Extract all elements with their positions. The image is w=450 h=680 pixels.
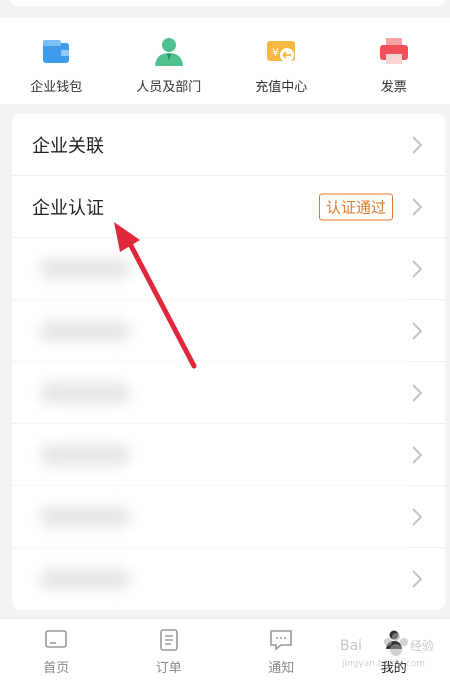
chevron-right-icon (412, 197, 423, 216)
wallet-icon (43, 40, 70, 63)
svg-text:Bai: Bai (340, 638, 362, 654)
list-item-enterprise-link[interactable]: 企业关联 (12, 114, 445, 176)
watermark-logo: Bai 经验 jingyan.baidu.com (340, 633, 434, 669)
svg-text:¥: ¥ (272, 46, 279, 59)
quick-action-recharge[interactable]: ¥ 充值中心 (225, 18, 338, 104)
printer-icon (379, 38, 408, 64)
svg-text:jingyan.baidu.com: jingyan.baidu.com (341, 659, 425, 669)
tab-label: 订单 (155, 661, 182, 676)
list-item-label: 企业认证 (32, 197, 104, 219)
quick-action-label: 人员及部门 (136, 80, 202, 95)
order-icon (159, 629, 178, 651)
home-icon (45, 630, 68, 648)
tab-orders[interactable]: 订单 (113, 619, 226, 680)
quick-action-label: 充值中心 (255, 80, 308, 95)
tab-notifications[interactable]: 通知 (225, 619, 338, 680)
recharge-card-icon: ¥ (267, 41, 296, 62)
message-icon (270, 630, 293, 651)
chevron-right-icon (412, 259, 423, 278)
quick-action-invoice[interactable]: 发票 (338, 18, 450, 104)
quick-actions: 企业钱包 人员及部门 ¥ 充值中心 发票 (0, 18, 450, 104)
svg-text:经验: 经验 (410, 638, 434, 653)
quick-action-staff[interactable]: 人员及部门 (113, 18, 226, 104)
quick-action-label: 发票 (380, 80, 407, 95)
quick-action-label: 企业钱包 (30, 80, 83, 95)
tab-home[interactable]: 首页 (0, 619, 113, 680)
chevron-right-icon (412, 321, 423, 340)
tab-label: 通知 (268, 661, 295, 676)
quick-action-wallet[interactable]: 企业钱包 (0, 18, 113, 104)
blur-overlay (16, 237, 408, 610)
top-card (10, 0, 445, 6)
chevron-right-icon (412, 135, 423, 154)
list-item-enterprise-verify[interactable]: 企业认证 认证通过 (12, 176, 445, 238)
chevron-right-icon (412, 507, 423, 526)
chevron-right-icon (412, 383, 423, 402)
tab-label: 首页 (43, 661, 70, 676)
chevron-right-icon (412, 445, 423, 464)
person-icon (154, 38, 183, 66)
list-item-label: 企业关联 (32, 135, 104, 157)
chevron-right-icon (412, 570, 423, 588)
status-badge: 认证通过 (318, 193, 393, 220)
